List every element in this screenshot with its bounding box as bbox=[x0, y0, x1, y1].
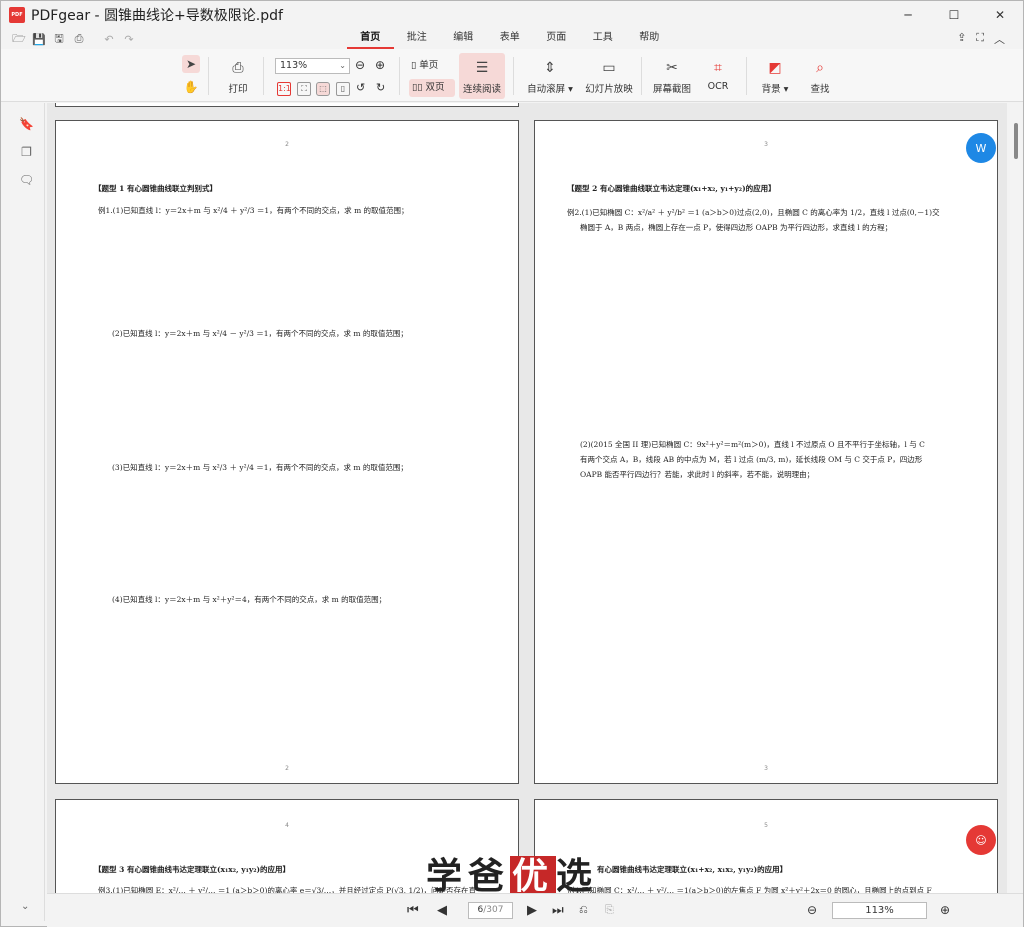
page-1-bottom-edge bbox=[55, 103, 519, 107]
page-number-input[interactable]: 6/307 bbox=[468, 902, 513, 919]
ocr-icon: ⌗ bbox=[714, 60, 722, 76]
status-zoom-out-icon[interactable]: ⊖ bbox=[807, 903, 817, 917]
ai-assistant-icon[interactable]: ☺ bbox=[966, 825, 996, 855]
prev-page-icon[interactable]: ◀ bbox=[437, 903, 447, 918]
fit-width-icon[interactable]: ⬚ bbox=[316, 82, 330, 96]
ribbon-toolbar: ➤ ✋ ⎙ 打印 113% ⌄ ⊖ ⊕ 1:1 ⛶ ⬚ ▯ ↺ ↻ ▯ 单页 ▯▯ … bbox=[1, 49, 1023, 102]
select-tool-icon[interactable]: ➤ bbox=[182, 55, 200, 73]
screenshot-button[interactable]: ✂ 屏幕截图 bbox=[652, 59, 692, 95]
fullscreen-icon[interactable]: ⛶ bbox=[976, 31, 984, 47]
printer-icon: ⎙ bbox=[232, 60, 244, 76]
actual-size-icon[interactable]: 1:1 bbox=[277, 82, 291, 96]
convert-word-icon[interactable]: W bbox=[966, 133, 996, 163]
single-page-icon: ▯ bbox=[411, 60, 420, 71]
single-page-button[interactable]: ▯ 单页 bbox=[411, 57, 455, 71]
zoom-out-icon[interactable]: ⊖ bbox=[355, 58, 365, 72]
page-5: 5 有心圆锥曲线韦达定理联立(x₁+x₂, x₁x₂, y₁y₂)的应用】 例4… bbox=[534, 799, 998, 893]
comments-icon[interactable]: 🗨 bbox=[9, 173, 44, 187]
minimize-button[interactable]: ─ bbox=[885, 1, 931, 29]
open-folder-icon[interactable]: 🗁 bbox=[11, 31, 27, 47]
page-3: 3 【题型 2 有心圆锥曲线联立韦达定理(x₁+x₂, y₁+y₂)的应用】 例… bbox=[534, 120, 998, 784]
fit-visible-icon[interactable]: ▯ bbox=[336, 82, 350, 96]
find-button[interactable]: ⌕ 查找 bbox=[806, 59, 834, 95]
tab-edit[interactable]: 编辑 bbox=[440, 29, 487, 49]
auto-scroll-button[interactable]: ⇕ 自动滚屏 ▾ bbox=[525, 59, 575, 95]
collapse-ribbon-icon[interactable]: ︿ bbox=[994, 31, 1005, 47]
bookmark-icon[interactable]: 🔖 bbox=[9, 117, 44, 131]
first-page-icon[interactable]: ⏮ bbox=[407, 903, 419, 918]
document-view[interactable]: 2 【题型 1 有心圆锥曲线联立判别式】 例1.(1)已知直线 l：y＝2x＋m… bbox=[47, 103, 1007, 893]
save-as-icon[interactable]: 🖫 bbox=[51, 31, 67, 47]
tab-help[interactable]: 帮助 bbox=[626, 29, 673, 49]
background-button[interactable]: ◩ 背景 ▾ bbox=[759, 59, 791, 95]
title-bar: PDF PDFgear - 圆锥曲线论+导数极限论.pdf ─ ☐ ✕ bbox=[1, 1, 1023, 29]
close-button[interactable]: ✕ bbox=[977, 1, 1023, 29]
watermark-logo: 学爸优选 bbox=[426, 856, 599, 897]
last-page-icon[interactable]: ⏭ bbox=[552, 903, 564, 918]
back-view-icon[interactable]: ⎌ bbox=[579, 903, 588, 917]
continuous-read-button[interactable]: ☰ 连续阅读 bbox=[459, 53, 505, 99]
zoom-select[interactable]: 113% ⌄ bbox=[275, 58, 350, 74]
fit-page-icon[interactable]: ⛶ bbox=[297, 82, 311, 96]
status-zoom-in-icon[interactable]: ⊕ bbox=[940, 903, 950, 917]
app-window: PDF PDFgear - 圆锥曲线论+导数极限论.pdf ─ ☐ ✕ 🗁 💾 … bbox=[0, 0, 1024, 927]
undo-icon[interactable]: ↶ bbox=[101, 31, 117, 47]
ocr-button[interactable]: ⌗ OCR bbox=[705, 59, 731, 92]
status-zoom-input[interactable]: 113% bbox=[832, 902, 927, 919]
zoom-in-icon[interactable]: ⊕ bbox=[375, 58, 385, 72]
rotate-left-icon[interactable]: ↺ bbox=[356, 81, 365, 94]
find-icon: ⌕ bbox=[816, 60, 824, 76]
double-page-button[interactable]: ▯▯ 双页 bbox=[409, 79, 455, 97]
app-logo-icon: PDF bbox=[9, 7, 25, 23]
menu-row: 🗁 💾 🖫 ⎙ ↶ ↷ 首页 批注 编辑 表单 页面 工具 帮助 ⇪ ⛶ ︿ bbox=[1, 29, 1023, 49]
thumbnails-icon[interactable]: ❐ bbox=[9, 145, 44, 159]
maximize-button[interactable]: ☐ bbox=[931, 1, 977, 29]
auto-scroll-icon: ⇕ bbox=[544, 60, 556, 76]
continuous-icon: ☰ bbox=[475, 60, 489, 76]
tab-home[interactable]: 首页 bbox=[347, 29, 394, 49]
double-page-icon: ▯▯ bbox=[412, 82, 426, 93]
tab-page[interactable]: 页面 bbox=[533, 29, 580, 49]
tab-annotate[interactable]: 批注 bbox=[394, 29, 441, 49]
print-button[interactable]: ⎙ 打印 bbox=[223, 59, 253, 95]
hand-tool-icon[interactable]: ✋ bbox=[182, 78, 200, 96]
slideshow-button[interactable]: ▭ 幻灯片放映 bbox=[585, 59, 633, 95]
rotate-right-icon[interactable]: ↻ bbox=[376, 81, 385, 94]
vertical-scrollbar[interactable] bbox=[1009, 103, 1023, 893]
slideshow-icon: ▭ bbox=[602, 60, 616, 76]
tab-tools[interactable]: 工具 bbox=[580, 29, 627, 49]
sidebar-expand-icon[interactable]: ⌄ bbox=[21, 901, 29, 912]
scrollbar-thumb[interactable] bbox=[1014, 123, 1018, 159]
window-title: PDFgear - 圆锥曲线论+导数极限论.pdf bbox=[31, 8, 283, 24]
scissors-icon: ✂ bbox=[666, 60, 678, 76]
left-sidebar: 🔖 ❐ 🗨 bbox=[9, 103, 45, 921]
save-icon[interactable]: 💾 bbox=[31, 31, 47, 47]
background-icon: ◩ bbox=[768, 60, 782, 76]
print-quick-icon[interactable]: ⎙ bbox=[71, 31, 87, 47]
redo-icon[interactable]: ↷ bbox=[121, 31, 137, 47]
page-2: 2 【题型 1 有心圆锥曲线联立判别式】 例1.(1)已知直线 l：y＝2x＋m… bbox=[55, 120, 519, 784]
next-page-icon[interactable]: ▶ bbox=[527, 903, 537, 918]
forward-view-icon[interactable]: ⎘ bbox=[605, 903, 614, 917]
status-bar: ⏮ ◀ 6/307 ▶ ⏭ ⎌ ⎘ ⊖ 113% ⊕ bbox=[47, 893, 1023, 927]
tab-form[interactable]: 表单 bbox=[487, 29, 534, 49]
share-icon[interactable]: ⇪ bbox=[957, 31, 966, 47]
